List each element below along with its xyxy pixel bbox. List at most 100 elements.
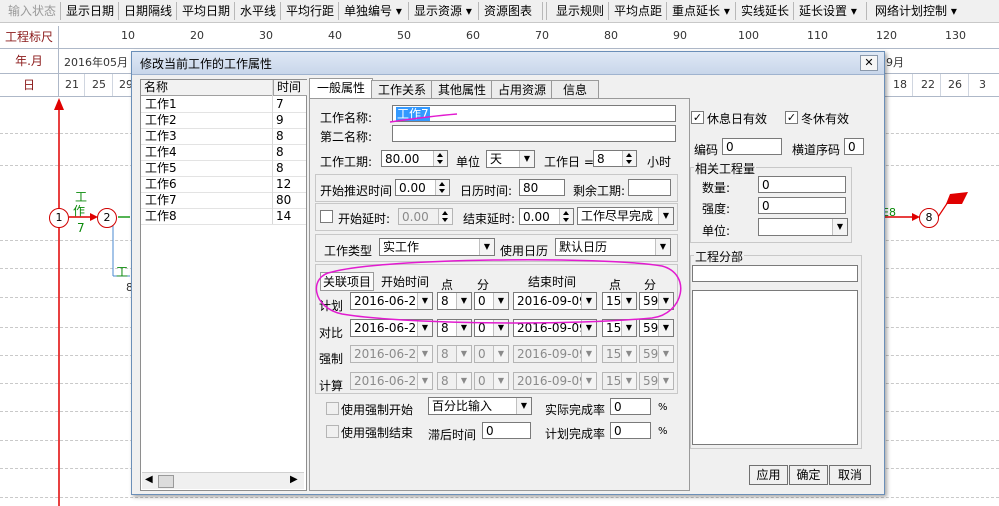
plan-end-hour-select[interactable]: 15 ▼	[602, 292, 637, 310]
toolbar-show-rules-button[interactable]: 显示规则	[556, 3, 604, 19]
work-name-input[interactable]: 工作7	[392, 105, 676, 122]
forced-start-minute-select[interactable]: 0 ▼	[474, 345, 509, 363]
end-lag-input[interactable]: 0.00	[519, 208, 574, 225]
lag-time-input[interactable]: 0	[482, 422, 531, 439]
start-lag-input[interactable]: 0.00	[398, 208, 453, 225]
list-item[interactable]: 工作2 9	[141, 112, 306, 129]
forced-end-date-select[interactable]: 2016-09-09 ▼	[513, 345, 597, 363]
toolbar-separator	[118, 2, 119, 20]
forced-end-hour-select[interactable]: 15 ▼	[602, 345, 637, 363]
scroll-right-icon[interactable]: ▶	[290, 474, 298, 485]
plan-end-minute-select[interactable]: 59 ▼	[639, 292, 674, 310]
percent-input-select[interactable]: 百分比输入 ▼	[428, 397, 532, 415]
calculated-end-hour-select[interactable]: 15 ▼	[602, 372, 637, 390]
actual-completion-rate-input[interactable]: 0	[610, 398, 651, 415]
scrollbar-thumb[interactable]	[158, 475, 174, 488]
ruler-tick: 100	[738, 29, 759, 42]
quantity-unit-select[interactable]: ▼	[758, 218, 848, 236]
unit-select[interactable]: 天 ▼	[486, 150, 535, 168]
toolbar-key-extension-dropdown[interactable]: 重点延长 ▾	[672, 3, 730, 19]
compare-end-hour-select[interactable]: 15 ▼	[602, 319, 637, 337]
list-item[interactable]: 工作3 8	[141, 128, 306, 145]
network-node-2[interactable]: 2	[97, 208, 117, 228]
planned-completion-rate-input[interactable]: 0	[610, 422, 651, 439]
calculated-end-minute-select[interactable]: 59 ▼	[639, 372, 674, 390]
calculated-end-date-select[interactable]: 2016-09-09 ▼	[513, 372, 597, 390]
rest-day-valid-checkbox[interactable]: ✓	[691, 111, 704, 124]
forced-start-hour-select[interactable]: 8 ▼	[437, 345, 472, 363]
compare-end-minute-select[interactable]: 59 ▼	[639, 319, 674, 337]
compare-end-date-select[interactable]: 2016-09-09 ▼	[513, 319, 597, 337]
use-calendar-select[interactable]: 默认日历 ▼	[555, 238, 671, 256]
calculated-start-minute-select[interactable]: 0 ▼	[474, 372, 509, 390]
tab-general[interactable]: 一般属性	[309, 78, 373, 99]
toolbar-solid-line-extension-button[interactable]: 实线延长	[741, 3, 789, 19]
toolbar-network-plan-control-dropdown[interactable]: 网络计划控制 ▾	[875, 3, 957, 19]
end-lag-label: 结束延时:	[463, 212, 516, 226]
start-lag-checkbox[interactable]	[320, 210, 333, 223]
start-delay-input[interactable]: 0.00	[395, 179, 450, 196]
network-node-8[interactable]: 8	[919, 208, 939, 228]
apply-button[interactable]: 应用	[749, 465, 788, 485]
toolbar-average-row-spacing-button[interactable]: 平均行距	[286, 3, 334, 19]
list-item[interactable]: 工作1 7	[141, 96, 306, 113]
work-type-select[interactable]: 实工作 ▼	[379, 238, 495, 256]
dialog-titlebar[interactable]: 修改当前工作的工作属性 ✕	[132, 52, 884, 75]
toolbar-separator	[60, 2, 61, 20]
section-input[interactable]	[692, 265, 858, 282]
plan-start-date-select[interactable]: 2016-06-22 ▼	[350, 292, 433, 310]
use-forced-start-checkbox[interactable]	[326, 402, 339, 415]
section-list[interactable]	[692, 290, 858, 445]
list-horizontal-scrollbar[interactable]: ◀ ▶	[142, 472, 304, 489]
ok-button[interactable]: 确定	[789, 465, 828, 485]
tab-resources[interactable]: 占用资源	[491, 80, 553, 99]
compare-start-hour-select[interactable]: 8 ▼	[437, 319, 472, 337]
network-node-1[interactable]: 1	[49, 208, 69, 228]
compare-start-minute-select[interactable]: 0 ▼	[474, 319, 509, 337]
close-button[interactable]: ✕	[860, 55, 878, 71]
lane-order-input[interactable]: 0	[844, 138, 864, 155]
workday-hours-input[interactable]: 8	[593, 150, 637, 167]
toolbar-extension-settings-dropdown[interactable]: 延长设置 ▾	[799, 3, 857, 19]
forced-end-minute-select[interactable]: 59 ▼	[639, 345, 674, 363]
tab-work-relations[interactable]: 工作关系	[371, 80, 433, 99]
winter-break-valid-checkbox[interactable]: ✓	[785, 111, 798, 124]
toolbar-average-date-button[interactable]: 平均日期	[182, 3, 230, 19]
forced-start-date-select[interactable]: 2016-06-22 ▼	[350, 345, 433, 363]
list-item[interactable]: 工作8 14	[141, 208, 306, 225]
use-forced-end-checkbox[interactable]	[326, 425, 339, 438]
intensity-input[interactable]: 0	[758, 197, 846, 214]
toolbar-show-date-button[interactable]: 显示日期	[66, 3, 114, 19]
list-item[interactable]: 工作4 8	[141, 144, 306, 161]
plan-start-minute-select[interactable]: 0 ▼	[474, 292, 509, 310]
list-item[interactable]: 工作6 12	[141, 176, 306, 193]
code-input[interactable]: 0	[722, 138, 782, 155]
tab-other-properties[interactable]: 其他属性	[431, 80, 493, 99]
second-name-input[interactable]	[392, 125, 676, 142]
toolbar-date-gridline-button[interactable]: 日期隔线	[124, 3, 172, 19]
plan-start-hour-select[interactable]: 8 ▼	[437, 292, 472, 310]
scroll-left-icon[interactable]: ◀	[145, 474, 153, 485]
duration-input[interactable]: 80.00	[381, 150, 448, 167]
calendar-time-input[interactable]: 80	[519, 179, 565, 196]
quantity-input[interactable]: 0	[758, 176, 846, 193]
list-item[interactable]: 工作5 8	[141, 160, 306, 177]
plan-end-date-select[interactable]: 2016-09-09 ▼	[513, 292, 597, 310]
list-header-time[interactable]: 时间	[273, 80, 307, 96]
calculated-start-date-select[interactable]: 2016-06-22 ▼	[350, 372, 433, 390]
toolbar-resource-chart-button[interactable]: 资源图表	[484, 3, 532, 19]
toolbar-separate-numbering-dropdown[interactable]: 单独编号 ▾	[344, 3, 402, 19]
toolbar-input-state-button[interactable]: 输入状态	[8, 3, 56, 19]
cancel-button[interactable]: 取消	[829, 465, 871, 485]
list-header-name[interactable]: 名称	[141, 80, 272, 96]
toolbar-show-resources-dropdown[interactable]: 显示资源 ▾	[414, 3, 472, 19]
toolbar-horizontal-line-button[interactable]: 水平线	[240, 3, 276, 19]
compare-start-date-select[interactable]: 2016-06-22 ▼	[350, 319, 433, 337]
list-item[interactable]: 工作7 80	[141, 192, 306, 209]
toolbar-average-point-spacing-button[interactable]: 平均点距	[614, 3, 662, 19]
calculated-start-hour-select[interactable]: 8 ▼	[437, 372, 472, 390]
remaining-duration-input[interactable]	[628, 179, 671, 196]
related-items-button[interactable]: 关联项目	[320, 272, 375, 291]
tab-info[interactable]: 信息	[551, 80, 599, 99]
completion-mode-select[interactable]: 工作尽早完成 ▼	[577, 207, 674, 225]
